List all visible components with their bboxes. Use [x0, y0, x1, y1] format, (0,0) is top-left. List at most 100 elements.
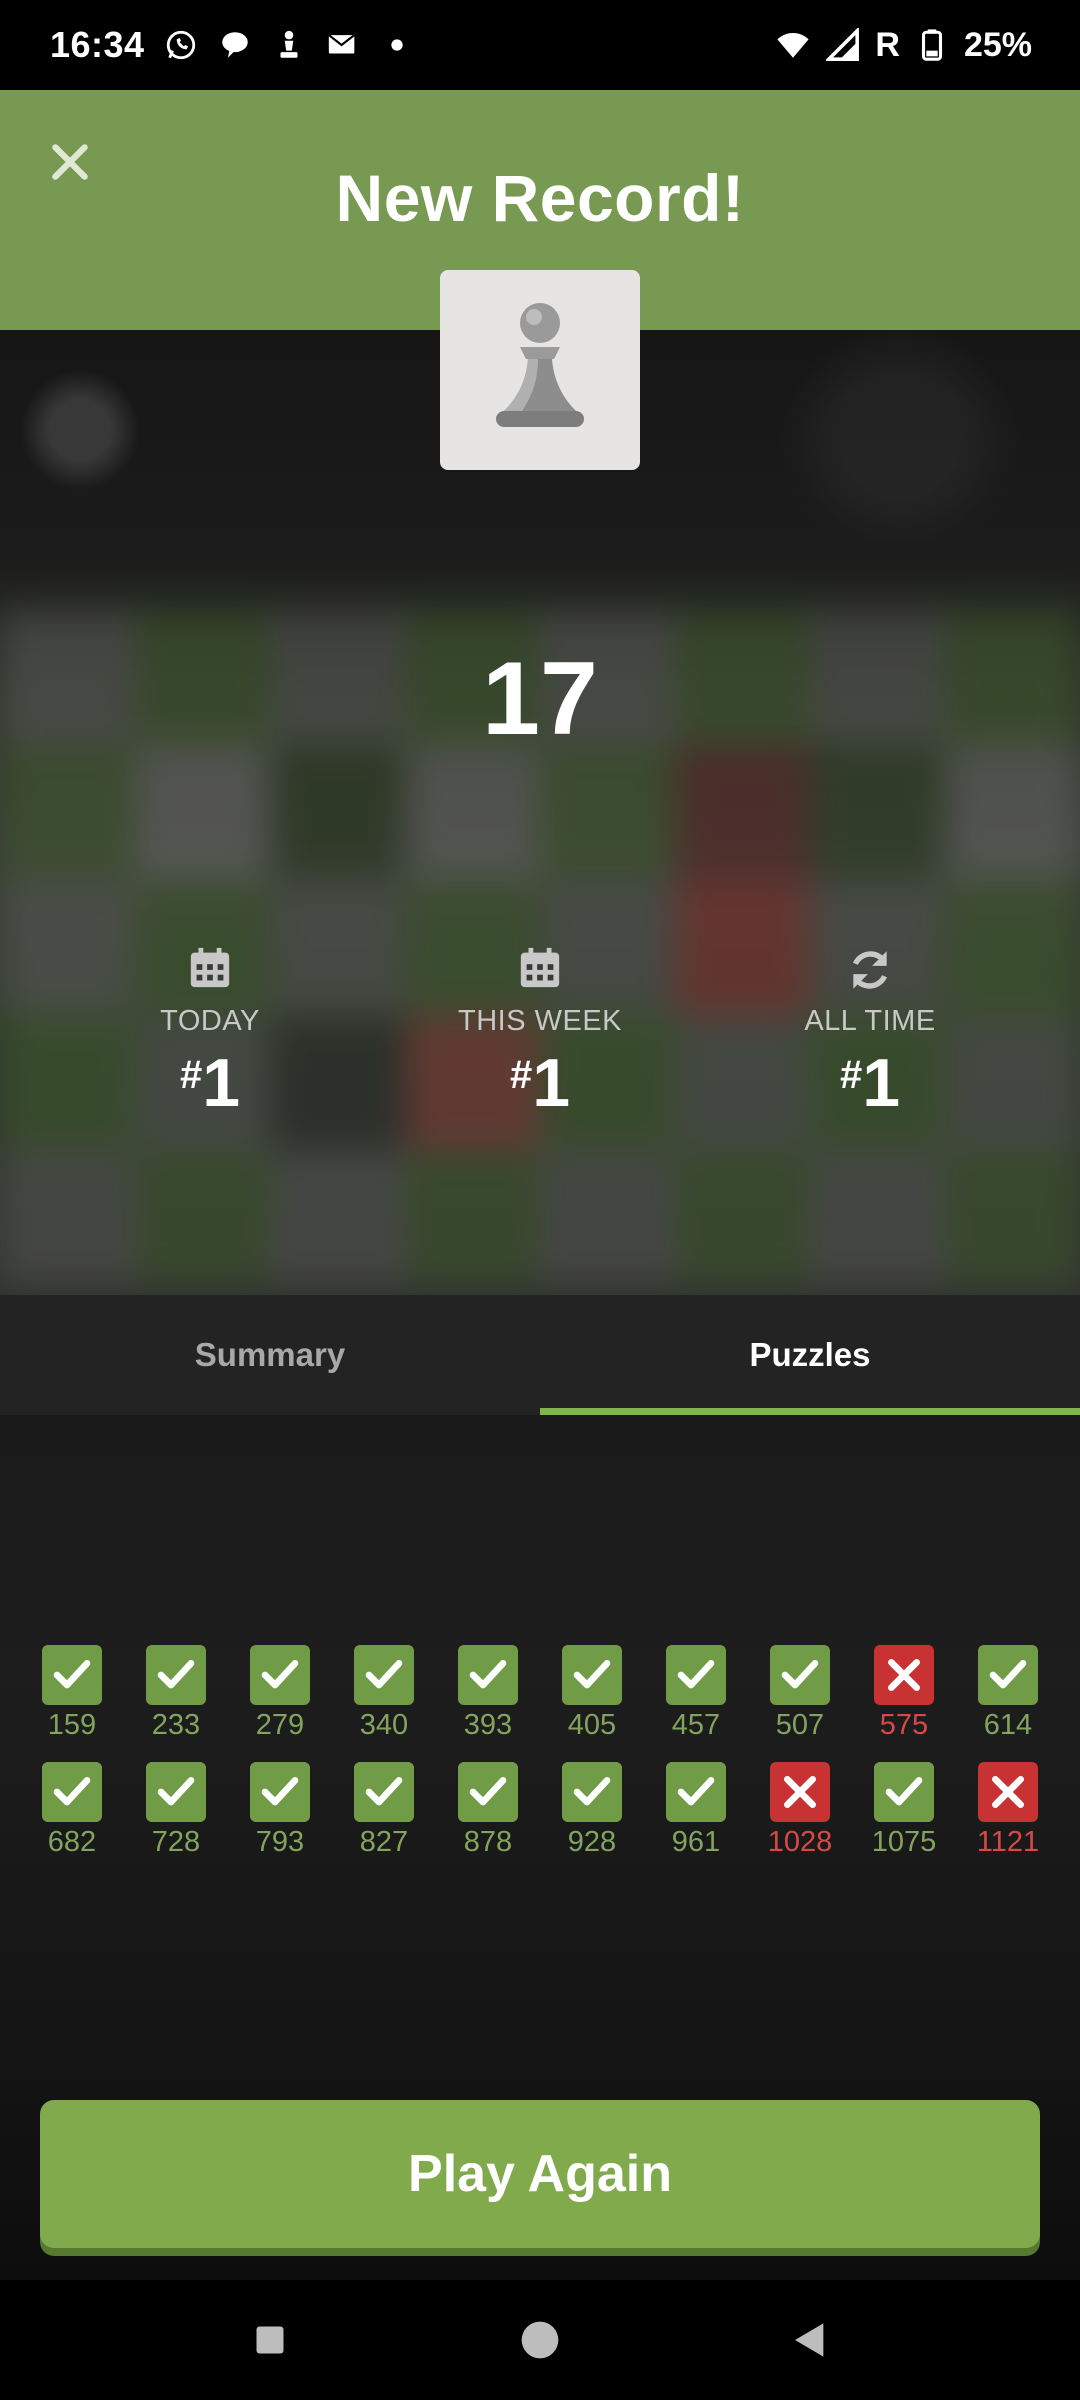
puzzle-rating: 728: [151, 1826, 201, 1858]
cross-icon: [770, 1762, 830, 1822]
avatar: [440, 270, 640, 470]
cross-icon: [874, 1645, 934, 1705]
check-icon: [250, 1645, 310, 1705]
puzzle-result-item[interactable]: 1121: [956, 1762, 1060, 1859]
rank-row: TODAY #1 THIS WEEK #1 ALL TIME #1: [0, 945, 1080, 1122]
puzzle-result-item[interactable]: 878: [436, 1762, 540, 1859]
check-icon: [42, 1645, 102, 1705]
wifi-icon: [775, 27, 811, 63]
puzzle-result-item[interactable]: 233: [124, 1645, 228, 1742]
puzzle-rating: 827: [359, 1826, 409, 1858]
puzzle-result-item[interactable]: 159: [20, 1645, 124, 1742]
puzzle-result-item[interactable]: 928: [540, 1762, 644, 1859]
status-time: 16:34: [50, 24, 145, 65]
play-again-button[interactable]: Play Again: [40, 2100, 1040, 2248]
battery-percent: 25%: [963, 25, 1032, 64]
puzzle-result-item[interactable]: 1075: [852, 1762, 956, 1859]
puzzle-result-item[interactable]: 961: [644, 1762, 748, 1859]
cross-icon: [978, 1762, 1038, 1822]
puzzle-result-item[interactable]: 457: [644, 1645, 748, 1742]
chess-icon: [271, 27, 307, 63]
puzzle-rating: 682: [47, 1826, 97, 1858]
tab-summary[interactable]: Summary: [0, 1295, 540, 1415]
system-nav-bar: [0, 2280, 1080, 2400]
puzzle-rating: 961: [671, 1826, 721, 1858]
rank-label: THIS WEEK: [457, 1005, 622, 1037]
tab-puzzles[interactable]: Puzzles: [540, 1295, 1080, 1415]
calendar-icon: [520, 947, 560, 988]
rank-label: ALL TIME: [804, 1005, 936, 1037]
rank-value: #1: [509, 1045, 571, 1121]
check-icon: [562, 1645, 622, 1705]
puzzle-rating: 614: [983, 1709, 1033, 1741]
calendar-icon: [190, 947, 230, 988]
puzzle-result-item[interactable]: 575: [852, 1645, 956, 1742]
tab-bar: Summary Puzzles: [0, 1295, 1080, 1415]
puzzle-rating: 575: [879, 1709, 929, 1741]
puzzle-row: 682 728 793 827 878 928 961 1028 1075 1121: [20, 1762, 1060, 1859]
signal-icon: [825, 27, 861, 63]
puzzle-result-item[interactable]: 393: [436, 1645, 540, 1742]
home-icon: [521, 2321, 559, 2359]
stats-panel: 17 TODAY #1 THIS WEEK #1 ALL TIME #1: [0, 330, 1080, 1295]
puzzle-rating: 405: [567, 1709, 617, 1741]
puzzle-rating: 233: [151, 1709, 201, 1741]
puzzle-rating: 279: [255, 1709, 305, 1741]
puzzle-rating: 507: [775, 1709, 825, 1741]
puzzle-rating: 793: [255, 1826, 305, 1858]
refresh-icon: [852, 951, 888, 989]
check-icon: [458, 1645, 518, 1705]
score-value: 17: [482, 641, 598, 757]
rank-label: TODAY: [160, 1005, 260, 1037]
check-icon: [354, 1762, 414, 1822]
check-icon: [770, 1645, 830, 1705]
recents-icon: [256, 2326, 284, 2354]
puzzle-result-item[interactable]: 405: [540, 1645, 644, 1742]
puzzle-rating: 928: [567, 1826, 617, 1858]
puzzle-grid: 159 233 279 340 393 405 457 507 575 614 682 728 793 8…: [20, 1645, 1060, 1879]
puzzle-row: 159 233 279 340 393 405 457 507 575 614: [20, 1645, 1060, 1742]
recents-button[interactable]: [240, 2310, 300, 2370]
check-icon: [146, 1645, 206, 1705]
rank-value: #1: [179, 1045, 241, 1121]
puzzle-result-item[interactable]: 614: [956, 1645, 1060, 1742]
rank-this-week: THIS WEEK #1: [375, 945, 705, 1122]
check-icon: [458, 1762, 518, 1822]
chat-icon: [217, 27, 253, 63]
puzzle-result-item[interactable]: 793: [228, 1762, 332, 1859]
check-icon: [978, 1645, 1038, 1705]
puzzle-result-item[interactable]: 279: [228, 1645, 332, 1742]
back-icon: [795, 2323, 824, 2357]
check-icon: [666, 1645, 726, 1705]
check-icon: [354, 1645, 414, 1705]
puzzle-result-item[interactable]: 1028: [748, 1762, 852, 1859]
pawn-icon: [496, 303, 584, 427]
puzzle-result-item[interactable]: 507: [748, 1645, 852, 1742]
puzzle-rating: 393: [463, 1709, 513, 1741]
puzzle-rating: 1121: [976, 1826, 1040, 1858]
status-bar: 16:34 R 25%: [0, 0, 1080, 90]
mail-icon: [325, 27, 361, 63]
page-title: New Record!: [335, 161, 745, 235]
whatsapp-icon: [163, 27, 199, 63]
puzzle-rating: 457: [671, 1709, 721, 1741]
check-icon: [562, 1762, 622, 1822]
puzzle-result-item[interactable]: 340: [332, 1645, 436, 1742]
battery-icon: [914, 27, 950, 63]
puzzle-result-item[interactable]: 728: [124, 1762, 228, 1859]
check-icon: [250, 1762, 310, 1822]
rank-value: #1: [839, 1045, 901, 1121]
puzzle-rating: 878: [463, 1826, 513, 1858]
puzzle-rating: 1075: [871, 1826, 937, 1858]
rank-all-time: ALL TIME #1: [705, 945, 1035, 1122]
back-button[interactable]: [780, 2310, 840, 2370]
home-button[interactable]: [510, 2310, 570, 2370]
carrier-letter: R: [875, 25, 900, 64]
check-icon: [146, 1762, 206, 1822]
puzzle-result-item[interactable]: 682: [20, 1762, 124, 1859]
rank-today: TODAY #1: [45, 945, 375, 1122]
check-icon: [666, 1762, 726, 1822]
dot-icon: [379, 27, 415, 63]
puzzle-rating: 159: [47, 1709, 97, 1741]
puzzle-result-item[interactable]: 827: [332, 1762, 436, 1859]
